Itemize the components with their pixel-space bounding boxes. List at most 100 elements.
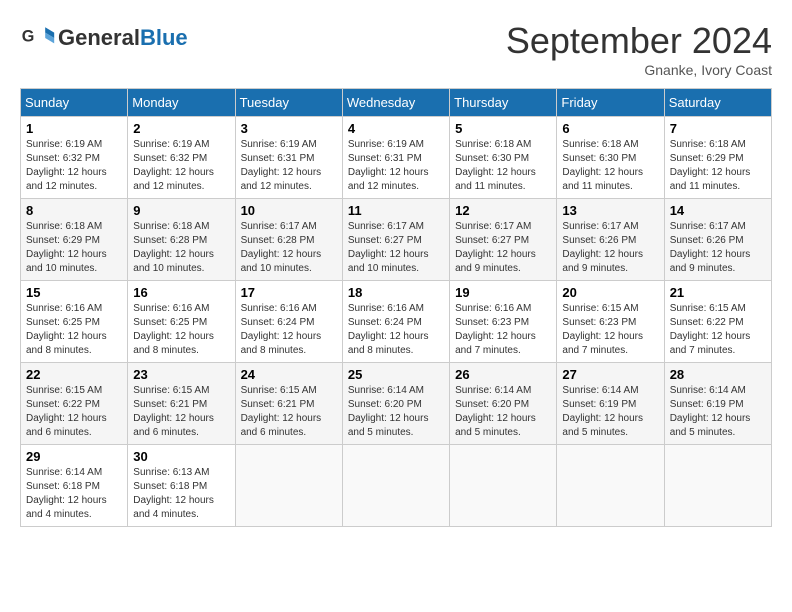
calendar-week-row: 8 Sunrise: 6:18 AMSunset: 6:29 PMDaylight… bbox=[21, 199, 772, 281]
day-info: Sunrise: 6:16 AMSunset: 6:25 PMDaylight:… bbox=[133, 302, 229, 358]
calendar-cell: 21 Sunrise: 6:15 AMSunset: 6:22 PMDayligh… bbox=[664, 281, 771, 363]
calendar-cell: 20 Sunrise: 6:15 AMSunset: 6:23 PMDayligh… bbox=[557, 281, 664, 363]
calendar-cell: 27 Sunrise: 6:14 AMSunset: 6:19 PMDayligh… bbox=[557, 363, 664, 445]
day-number: 1 bbox=[26, 121, 122, 136]
day-number: 30 bbox=[133, 449, 229, 464]
month-title: September 2024 bbox=[506, 20, 772, 62]
calendar-cell: 13 Sunrise: 6:17 AMSunset: 6:26 PMDayligh… bbox=[557, 199, 664, 281]
day-info: Sunrise: 6:13 AMSunset: 6:18 PMDaylight:… bbox=[133, 466, 229, 522]
day-number: 10 bbox=[241, 203, 337, 218]
day-number: 7 bbox=[670, 121, 766, 136]
day-info: Sunrise: 6:15 AMSunset: 6:22 PMDaylight:… bbox=[670, 302, 766, 358]
day-number: 29 bbox=[26, 449, 122, 464]
day-info: Sunrise: 6:19 AMSunset: 6:31 PMDaylight:… bbox=[348, 138, 444, 194]
day-info: Sunrise: 6:15 AMSunset: 6:22 PMDaylight:… bbox=[26, 384, 122, 440]
day-number: 26 bbox=[455, 367, 551, 382]
day-number: 8 bbox=[26, 203, 122, 218]
calendar-week-row: 15 Sunrise: 6:16 AMSunset: 6:25 PMDayligh… bbox=[21, 281, 772, 363]
calendar-cell: 10 Sunrise: 6:17 AMSunset: 6:28 PMDayligh… bbox=[235, 199, 342, 281]
calendar-cell: 17 Sunrise: 6:16 AMSunset: 6:24 PMDayligh… bbox=[235, 281, 342, 363]
calendar-cell: 19 Sunrise: 6:16 AMSunset: 6:23 PMDayligh… bbox=[450, 281, 557, 363]
day-number: 2 bbox=[133, 121, 229, 136]
calendar-cell bbox=[664, 445, 771, 527]
day-info: Sunrise: 6:17 AMSunset: 6:26 PMDaylight:… bbox=[562, 220, 658, 276]
day-number: 25 bbox=[348, 367, 444, 382]
logo: G GeneralBlue bbox=[20, 20, 188, 56]
column-header-monday: Monday bbox=[128, 89, 235, 117]
calendar-cell bbox=[557, 445, 664, 527]
day-number: 18 bbox=[348, 285, 444, 300]
calendar-week-row: 22 Sunrise: 6:15 AMSunset: 6:22 PMDayligh… bbox=[21, 363, 772, 445]
day-info: Sunrise: 6:18 AMSunset: 6:30 PMDaylight:… bbox=[455, 138, 551, 194]
day-info: Sunrise: 6:16 AMSunset: 6:24 PMDaylight:… bbox=[348, 302, 444, 358]
calendar-cell: 28 Sunrise: 6:14 AMSunset: 6:19 PMDayligh… bbox=[664, 363, 771, 445]
day-number: 28 bbox=[670, 367, 766, 382]
location-subtitle: Gnanke, Ivory Coast bbox=[506, 62, 772, 78]
day-info: Sunrise: 6:17 AMSunset: 6:27 PMDaylight:… bbox=[455, 220, 551, 276]
logo-text-blue: Blue bbox=[140, 25, 188, 50]
calendar-cell: 2 Sunrise: 6:19 AMSunset: 6:32 PMDaylight… bbox=[128, 117, 235, 199]
day-number: 13 bbox=[562, 203, 658, 218]
day-info: Sunrise: 6:16 AMSunset: 6:24 PMDaylight:… bbox=[241, 302, 337, 358]
logo-icon: G bbox=[20, 20, 56, 56]
day-info: Sunrise: 6:17 AMSunset: 6:26 PMDaylight:… bbox=[670, 220, 766, 276]
day-info: Sunrise: 6:15 AMSunset: 6:21 PMDaylight:… bbox=[133, 384, 229, 440]
title-section: September 2024 Gnanke, Ivory Coast bbox=[506, 20, 772, 78]
day-number: 22 bbox=[26, 367, 122, 382]
day-info: Sunrise: 6:18 AMSunset: 6:30 PMDaylight:… bbox=[562, 138, 658, 194]
logo-text-general: General bbox=[58, 25, 140, 50]
day-number: 23 bbox=[133, 367, 229, 382]
calendar-cell: 7 Sunrise: 6:18 AMSunset: 6:29 PMDaylight… bbox=[664, 117, 771, 199]
day-info: Sunrise: 6:18 AMSunset: 6:29 PMDaylight:… bbox=[26, 220, 122, 276]
day-info: Sunrise: 6:14 AMSunset: 6:19 PMDaylight:… bbox=[670, 384, 766, 440]
day-number: 3 bbox=[241, 121, 337, 136]
calendar-header-row: SundayMondayTuesdayWednesdayThursdayFrid… bbox=[21, 89, 772, 117]
calendar-table: SundayMondayTuesdayWednesdayThursdayFrid… bbox=[20, 88, 772, 527]
day-info: Sunrise: 6:18 AMSunset: 6:29 PMDaylight:… bbox=[670, 138, 766, 194]
column-header-saturday: Saturday bbox=[664, 89, 771, 117]
day-number: 15 bbox=[26, 285, 122, 300]
day-number: 27 bbox=[562, 367, 658, 382]
day-number: 17 bbox=[241, 285, 337, 300]
calendar-cell: 25 Sunrise: 6:14 AMSunset: 6:20 PMDayligh… bbox=[342, 363, 449, 445]
day-number: 12 bbox=[455, 203, 551, 218]
calendar-cell: 30 Sunrise: 6:13 AMSunset: 6:18 PMDayligh… bbox=[128, 445, 235, 527]
day-info: Sunrise: 6:15 AMSunset: 6:23 PMDaylight:… bbox=[562, 302, 658, 358]
calendar-cell: 8 Sunrise: 6:18 AMSunset: 6:29 PMDaylight… bbox=[21, 199, 128, 281]
day-info: Sunrise: 6:15 AMSunset: 6:21 PMDaylight:… bbox=[241, 384, 337, 440]
column-header-wednesday: Wednesday bbox=[342, 89, 449, 117]
day-number: 4 bbox=[348, 121, 444, 136]
calendar-cell: 24 Sunrise: 6:15 AMSunset: 6:21 PMDayligh… bbox=[235, 363, 342, 445]
day-info: Sunrise: 6:14 AMSunset: 6:19 PMDaylight:… bbox=[562, 384, 658, 440]
page-header: G GeneralBlue September 2024 Gnanke, Ivo… bbox=[20, 20, 772, 78]
calendar-cell bbox=[342, 445, 449, 527]
day-number: 24 bbox=[241, 367, 337, 382]
calendar-cell: 18 Sunrise: 6:16 AMSunset: 6:24 PMDayligh… bbox=[342, 281, 449, 363]
calendar-cell bbox=[235, 445, 342, 527]
column-header-sunday: Sunday bbox=[21, 89, 128, 117]
day-info: Sunrise: 6:17 AMSunset: 6:28 PMDaylight:… bbox=[241, 220, 337, 276]
day-number: 21 bbox=[670, 285, 766, 300]
calendar-cell: 6Sunrise: 6:18 AMSunset: 6:30 PMDaylight… bbox=[557, 117, 664, 199]
calendar-cell: 5Sunrise: 6:18 AMSunset: 6:30 PMDaylight… bbox=[450, 117, 557, 199]
calendar-cell: 1Sunrise: 6:19 AMSunset: 6:32 PMDaylight… bbox=[21, 117, 128, 199]
calendar-week-row: 29Sunrise: 6:14 AMSunset: 6:18 PMDayligh… bbox=[21, 445, 772, 527]
calendar-cell: 16Sunrise: 6:16 AMSunset: 6:25 PMDayligh… bbox=[128, 281, 235, 363]
calendar-cell bbox=[450, 445, 557, 527]
day-info: Sunrise: 6:16 AMSunset: 6:23 PMDaylight:… bbox=[455, 302, 551, 358]
calendar-cell: 3 Sunrise: 6:19 AMSunset: 6:31 PMDaylight… bbox=[235, 117, 342, 199]
column-header-friday: Friday bbox=[557, 89, 664, 117]
day-info: Sunrise: 6:19 AMSunset: 6:31 PMDaylight:… bbox=[241, 138, 337, 194]
day-info: Sunrise: 6:14 AMSunset: 6:20 PMDaylight:… bbox=[348, 384, 444, 440]
day-number: 20 bbox=[562, 285, 658, 300]
day-number: 19 bbox=[455, 285, 551, 300]
day-info: Sunrise: 6:19 AMSunset: 6:32 PMDaylight:… bbox=[133, 138, 229, 194]
calendar-week-row: 1 Sunrise: 6:19 AMSunset: 6:32 PMDaylight… bbox=[21, 117, 772, 199]
column-header-tuesday: Tuesday bbox=[235, 89, 342, 117]
calendar-cell: 15 Sunrise: 6:16 AMSunset: 6:25 PMDayligh… bbox=[21, 281, 128, 363]
day-number: 9 bbox=[133, 203, 229, 218]
calendar-cell: 29Sunrise: 6:14 AMSunset: 6:18 PMDayligh… bbox=[21, 445, 128, 527]
day-number: 11 bbox=[348, 203, 444, 218]
day-info: Sunrise: 6:16 AMSunset: 6:25 PMDaylight:… bbox=[26, 302, 122, 358]
day-info: Sunrise: 6:18 AMSunset: 6:28 PMDaylight:… bbox=[133, 220, 229, 276]
